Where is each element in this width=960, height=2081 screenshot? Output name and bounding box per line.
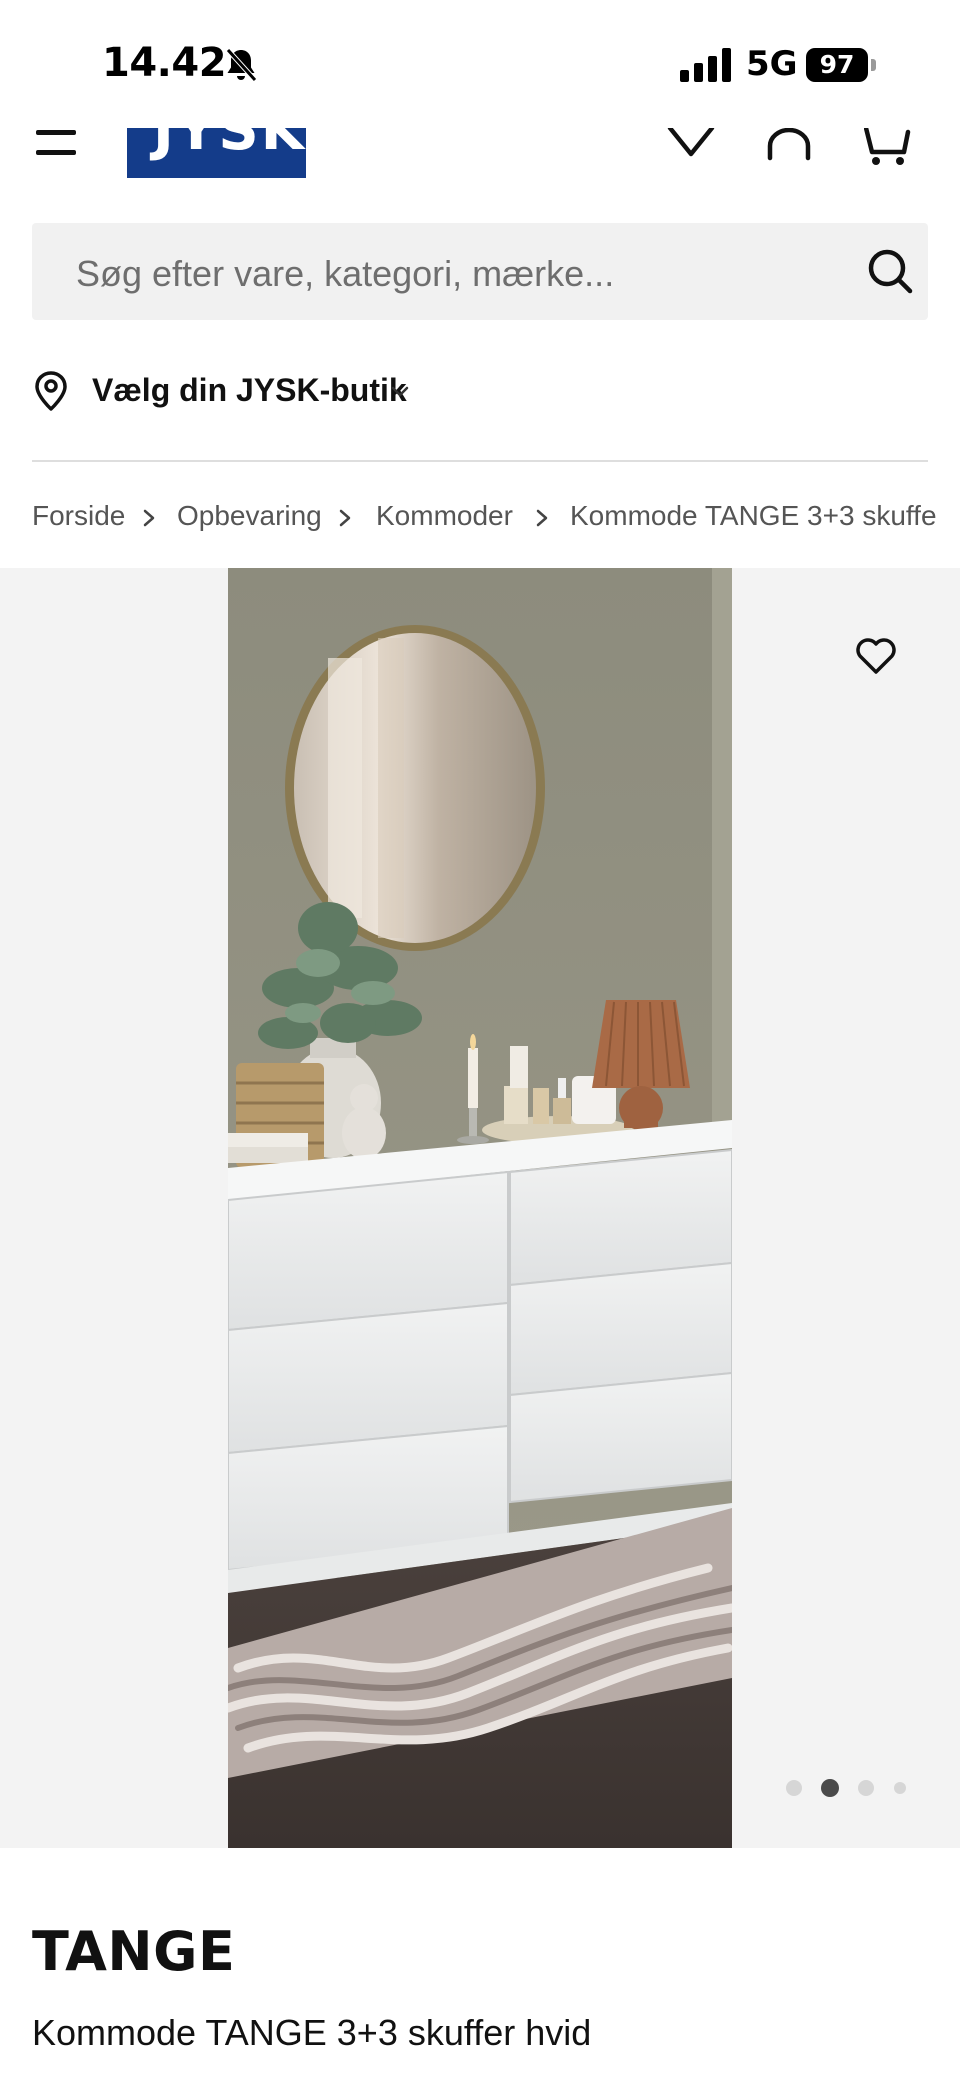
product-name: Kommode TANGE 3+3 skuffer hvid: [32, 2012, 592, 2053]
jysk-logo[interactable]: JYSK: [127, 128, 306, 178]
breadcrumb-item[interactable]: Kommoder: [376, 500, 513, 532]
product-image[interactable]: [228, 568, 732, 1848]
logo-text: JYSK: [153, 128, 306, 163]
menu-icon[interactable]: [36, 128, 80, 160]
cart-icon[interactable]: [864, 128, 914, 168]
product-brand: TANGE: [32, 1920, 236, 1983]
breadcrumb-item[interactable]: Opbevaring: [177, 500, 322, 532]
chevron-down-icon: [391, 386, 409, 397]
status-bar: 14.42 5G 97: [0, 0, 960, 128]
divider: [32, 460, 928, 462]
search-icon[interactable]: [866, 247, 914, 295]
pagination-dot-active[interactable]: [821, 1779, 839, 1797]
breadcrumb-item[interactable]: Forside: [32, 500, 125, 532]
pagination-dot[interactable]: [786, 1780, 802, 1796]
store-picker-label[interactable]: Vælg din JYSK-butik: [92, 372, 407, 409]
status-time: 14.42: [102, 40, 227, 86]
battery-level: 97: [819, 50, 855, 79]
search-input[interactable]: Søg efter vare, kategori, mærke...: [76, 253, 614, 295]
chevron-right-icon: [143, 509, 155, 527]
bell-off-icon: [226, 48, 257, 82]
site-header: JYSK: [0, 128, 960, 180]
product-gallery[interactable]: [0, 568, 960, 1848]
location-pin-icon: [35, 371, 67, 411]
gallery-pagination: [786, 1778, 906, 1798]
user-icon[interactable]: [764, 128, 814, 168]
pagination-dot[interactable]: [858, 1780, 874, 1796]
breadcrumb-current: Kommode TANGE 3+3 skuffe: [570, 500, 937, 531]
chevron-right-icon: [536, 509, 548, 527]
signal-icon: [680, 48, 731, 82]
network-type: 5G: [746, 44, 798, 84]
chevron-down-icon[interactable]: [666, 128, 716, 168]
battery-icon: 97: [806, 48, 876, 82]
chevron-right-icon: [339, 509, 351, 527]
heart-icon[interactable]: [854, 636, 898, 676]
pagination-dot[interactable]: [894, 1782, 906, 1794]
search-bar[interactable]: Søg efter vare, kategori, mærke...: [32, 223, 928, 320]
